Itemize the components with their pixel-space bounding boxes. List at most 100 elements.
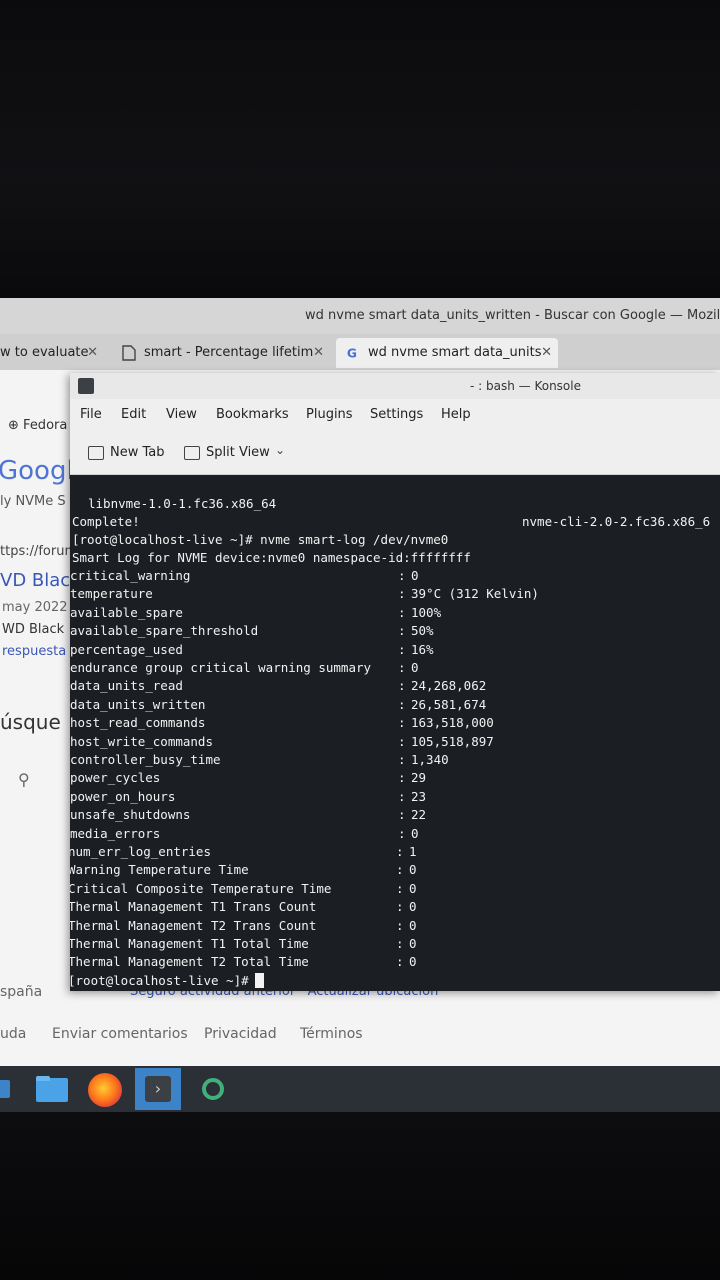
field-key: Thermal Management T1 Total Time bbox=[70, 936, 309, 951]
result-url: ttps://forum bbox=[0, 544, 78, 559]
room-background-bottom bbox=[0, 1112, 720, 1280]
firefox-titlebar: wd nvme smart data_units_written - Busca… bbox=[0, 298, 720, 334]
footer-terms-link[interactable]: Términos bbox=[300, 1026, 363, 1042]
field-key: media_errors bbox=[70, 825, 161, 841]
field-separator: : bbox=[398, 604, 406, 620]
field-separator: : bbox=[396, 844, 404, 859]
field-separator: : bbox=[398, 807, 406, 823]
taskbar: › bbox=[0, 1066, 720, 1112]
field-key: host_read_commands bbox=[70, 715, 206, 731]
terminal-prompt: [root@localhost-live ~]# bbox=[70, 972, 264, 990]
field-separator: : bbox=[396, 917, 404, 933]
room-background-top bbox=[0, 0, 720, 298]
browser-tab[interactable]: smart - Percentage lifetim ✕ bbox=[112, 338, 330, 368]
field-separator: : bbox=[398, 752, 406, 767]
chevron-down-icon[interactable]: ⌄ bbox=[275, 443, 285, 457]
app-icon[interactable] bbox=[190, 1068, 236, 1110]
close-icon[interactable]: ✕ bbox=[87, 338, 98, 368]
monitor-screen: wd nvme smart data_units_written - Busca… bbox=[0, 298, 720, 1112]
field-value: 0 bbox=[409, 899, 417, 915]
field-separator: : bbox=[398, 715, 406, 731]
field-value: 50% bbox=[411, 623, 434, 639]
close-icon[interactable]: ✕ bbox=[541, 338, 552, 368]
page-icon bbox=[122, 345, 136, 361]
field-key: temperature bbox=[70, 586, 153, 602]
field-value: 0 bbox=[409, 936, 417, 951]
field-separator: : bbox=[398, 568, 406, 583]
field-value: 22 bbox=[411, 807, 427, 823]
footer-feedback-link[interactable]: Enviar comentarios bbox=[52, 1026, 188, 1042]
field-value: 0 bbox=[409, 880, 417, 896]
field-value: 23 bbox=[411, 788, 427, 804]
field-value: 0 bbox=[409, 954, 417, 970]
terminal-line: Complete! bbox=[72, 514, 140, 529]
location-country: spaña bbox=[0, 984, 43, 1000]
field-key: Thermal Management T1 Trans Count bbox=[70, 899, 317, 915]
field-key: Thermal Management T2 Trans Count bbox=[70, 917, 317, 933]
menu-bookmarks[interactable]: Bookmarks bbox=[216, 407, 289, 422]
field-separator: : bbox=[398, 788, 406, 804]
new-tab-button[interactable]: New Tab bbox=[88, 443, 165, 463]
field-key: Warning Temperature Time bbox=[70, 862, 249, 878]
field-key: Critical Composite Temperature Time bbox=[70, 880, 332, 896]
field-value: 105,518,897 bbox=[411, 733, 494, 749]
field-value: 0 bbox=[411, 660, 419, 675]
browser-tab[interactable]: w to evaluate ✕ bbox=[0, 338, 104, 368]
menu-help[interactable]: Help bbox=[441, 407, 471, 422]
field-key: data_units_written bbox=[70, 696, 206, 712]
files-icon[interactable] bbox=[28, 1068, 74, 1110]
field-key: unsafe_shutdowns bbox=[70, 807, 191, 823]
menu-settings[interactable]: Settings bbox=[370, 407, 423, 422]
konsole-app-icon bbox=[78, 378, 94, 394]
result-title[interactable]: VD Black bbox=[0, 570, 81, 591]
field-key: percentage_used bbox=[70, 641, 183, 657]
field-key: power_cycles bbox=[70, 770, 161, 786]
tab-label: wd nvme smart data_units bbox=[368, 345, 542, 360]
bookmark-fedora[interactable]: ⊕ Fedora bbox=[8, 418, 67, 433]
field-key: host_write_commands bbox=[70, 733, 213, 749]
close-icon[interactable]: ✕ bbox=[313, 338, 324, 368]
result-answer-link[interactable]: respuesta bbox=[2, 644, 66, 659]
menu-plugins[interactable]: Plugins bbox=[306, 407, 353, 422]
konsole-titlebar[interactable]: - : bash — Konsole bbox=[70, 373, 720, 399]
new-tab-icon bbox=[88, 446, 104, 460]
menu-file[interactable]: File bbox=[80, 407, 102, 422]
field-value: 0 bbox=[411, 568, 419, 583]
field-value: 1 bbox=[409, 844, 417, 859]
browser-tab-active[interactable]: G wd nvme smart data_units ✕ bbox=[336, 338, 558, 368]
field-separator: : bbox=[398, 586, 406, 602]
field-value: 1,340 bbox=[411, 752, 449, 767]
field-value: 26,581,674 bbox=[411, 696, 487, 712]
terminal-header: Smart Log for NVME device:nvme0 namespac… bbox=[72, 550, 471, 565]
field-separator: : bbox=[396, 936, 404, 951]
firefox-tabbar: w to evaluate ✕ smart - Percentage lifet… bbox=[0, 334, 720, 399]
field-value: 16% bbox=[411, 641, 434, 657]
field-separator: : bbox=[398, 641, 406, 657]
field-key: critical_warning bbox=[70, 568, 191, 583]
launcher-icon[interactable] bbox=[0, 1068, 24, 1110]
field-value: 39°C (312 Kelvin) bbox=[411, 586, 539, 602]
search-icon[interactable]: ⚲ bbox=[18, 770, 30, 789]
field-value: 0 bbox=[409, 917, 417, 933]
terminal-area[interactable]: libnvme-1.0-1.fc36.x86_64 nvme-cli-2.0-2… bbox=[70, 475, 720, 991]
svg-text:G: G bbox=[347, 346, 357, 360]
menu-view[interactable]: View bbox=[166, 407, 197, 422]
field-value: 24,268,062 bbox=[411, 678, 487, 694]
toolbar: New Tab Split View ⌄ bbox=[70, 431, 720, 475]
split-view-icon bbox=[184, 446, 200, 460]
menu-edit[interactable]: Edit bbox=[121, 407, 146, 422]
field-separator: : bbox=[398, 825, 406, 841]
footer-privacy-link[interactable]: Privacidad bbox=[204, 1026, 277, 1042]
related-searches-heading: úsque bbox=[0, 710, 61, 734]
firefox-icon[interactable] bbox=[82, 1068, 128, 1110]
split-view-button[interactable]: Split View bbox=[184, 443, 270, 463]
footer-help-link[interactable]: uda bbox=[0, 1026, 26, 1042]
field-key: num_err_log_entries bbox=[70, 844, 211, 859]
result-sublink[interactable]: WD Black bbox=[2, 622, 64, 637]
package-left: libnvme-1.0-1.fc36.x86_64 bbox=[88, 496, 277, 511]
menubar: File Edit View Bookmarks Plugins Setting… bbox=[70, 399, 720, 431]
field-separator: : bbox=[396, 954, 404, 970]
field-value: 163,518,000 bbox=[411, 715, 494, 731]
konsole-icon[interactable]: › bbox=[135, 1068, 181, 1110]
window-title: - : bash — Konsole bbox=[470, 379, 581, 393]
